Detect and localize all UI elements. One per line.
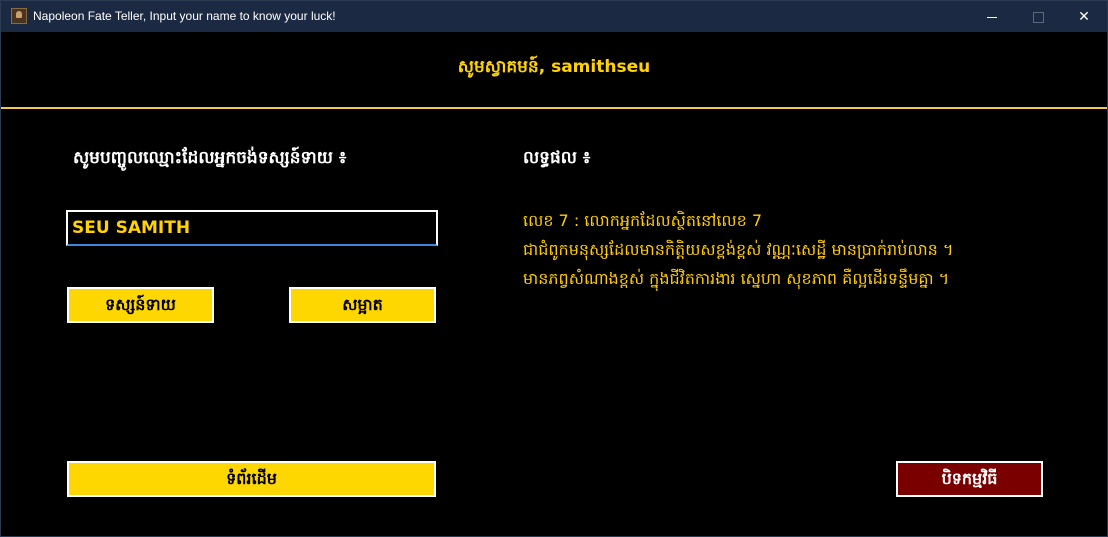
maximize-button[interactable] xyxy=(1015,1,1061,32)
name-prompt-heading: សូមបញ្ចូលឈ្មោះដែលអ្នកចង់ទស្សន៍ទាយ ៖ xyxy=(73,148,347,168)
title-bar[interactable]: Napoleon Fate Teller, Input your name to… xyxy=(1,1,1107,32)
minimize-icon xyxy=(987,17,997,19)
exit-app-button[interactable]: បិទកម្មវិធី xyxy=(896,461,1043,497)
predict-button[interactable]: ទស្សន៍ទាយ xyxy=(67,287,214,323)
result-heading: លទ្ធផល ៖ xyxy=(523,148,591,168)
clear-button[interactable]: សម្អាត xyxy=(289,287,436,323)
home-button[interactable]: ទំព័រដើម xyxy=(67,461,436,497)
name-input[interactable] xyxy=(66,210,438,246)
maximize-icon xyxy=(1032,12,1044,24)
result-line: មានភព្វសំណាងខ្ពស់ ក្នុងជីវិតការងារ ស្នេហ… xyxy=(523,269,950,288)
welcome-title: សូមស្វាគមន៍, samithseu xyxy=(457,57,651,77)
result-line: លេខ 7 : លោកអ្នកដែលស្ថិតនៅលេខ 7 xyxy=(523,211,763,230)
result-text: លេខ 7 : លោកអ្នកដែលស្ថិតនៅលេខ 7 ជាជំពូកមន… xyxy=(523,206,1083,293)
minimize-button[interactable] xyxy=(969,1,1015,32)
window-title: Napoleon Fate Teller, Input your name to… xyxy=(33,9,336,23)
app-portrait-icon xyxy=(11,8,27,24)
app-window: Napoleon Fate Teller, Input your name to… xyxy=(0,0,1108,537)
result-line: ជាជំពូកមនុស្សដែលមានកិត្តិយសខ្ពង់ខ្ពស់ វណ… xyxy=(523,240,954,259)
close-window-button[interactable]: ✕ xyxy=(1061,1,1107,32)
header-divider xyxy=(1,107,1107,109)
close-icon: ✕ xyxy=(1078,8,1090,24)
